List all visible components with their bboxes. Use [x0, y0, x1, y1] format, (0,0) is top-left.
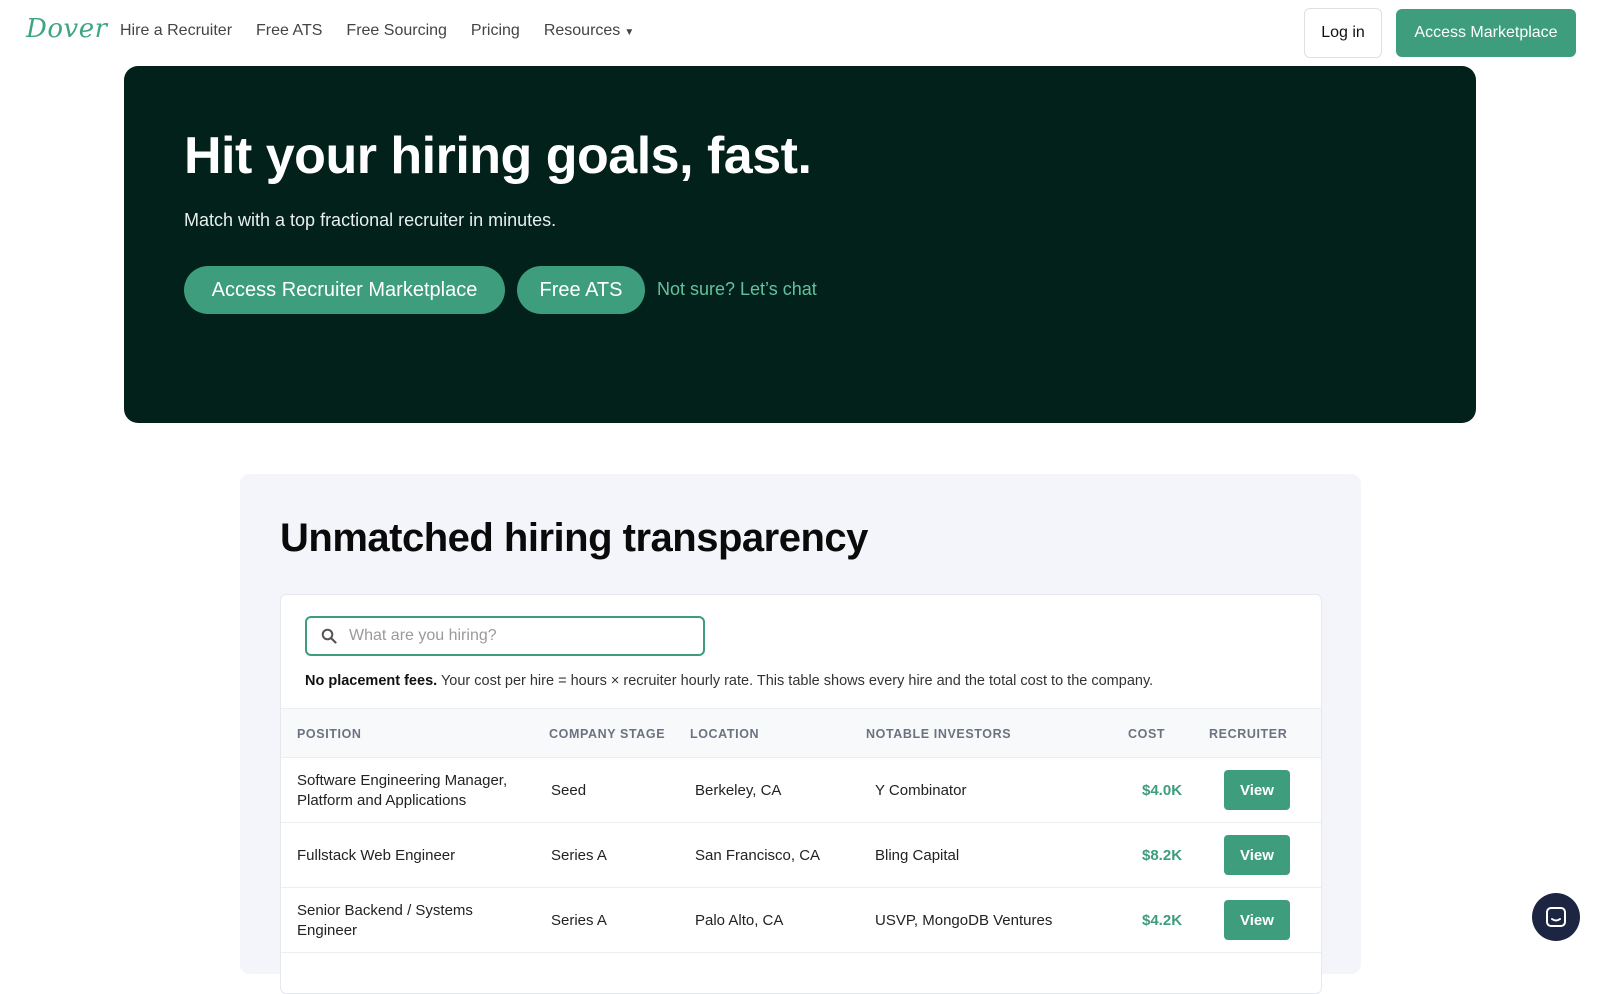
login-button[interactable]: Log in [1304, 8, 1382, 58]
access-recruiter-marketplace-button[interactable]: Access Recruiter Marketplace [184, 266, 505, 314]
section-title: Unmatched hiring transparency [280, 516, 868, 560]
table-row: Software Engineering Manager, Platform a… [281, 758, 1321, 823]
cell-location: Berkeley, CA [695, 781, 782, 799]
nav-link-resources[interactable]: Resources ▼ [544, 22, 634, 40]
nav-link-free-sourcing[interactable]: Free Sourcing [346, 22, 447, 40]
cell-position: Senior Backend / Systems Engineer [297, 901, 473, 939]
cell-company-stage: Series A [551, 911, 607, 929]
nav-link-resources-label: Resources [543, 22, 621, 39]
cell-position: Software Engineering Manager, Platform a… [297, 771, 508, 809]
chat-widget-button[interactable] [1532, 893, 1580, 941]
col-header-position: POSITION [297, 727, 362, 741]
view-recruiter-button[interactable]: View [1224, 835, 1290, 875]
cell-cost: $4.2K [1142, 911, 1183, 929]
cell-investors: Y Combinator [875, 781, 967, 799]
cell-location: San Francisco, CA [695, 846, 821, 864]
cell-investors: Bling Capital [875, 846, 960, 864]
cell-investors: USVP, MongoDB Ventures [875, 911, 1053, 929]
cell-cost: $4.0K [1142, 781, 1183, 799]
free-ats-button[interactable]: Free ATS [517, 266, 645, 314]
dover-logo[interactable]: Dover [26, 14, 108, 44]
hero-title: Hit your hiring goals, fast. [184, 127, 812, 185]
table-header: POSITION COMPANY STAGE LOCATION NOTABLE … [281, 708, 1321, 758]
view-recruiter-button[interactable]: View [1224, 770, 1290, 810]
nav-links: Hire a Recruiter Free ATS Free Sourcing … [120, 22, 634, 40]
cell-company-stage: Seed [551, 781, 587, 799]
nav-link-pricing[interactable]: Pricing [471, 22, 520, 40]
hero-subtitle: Match with a top fractional recruiter in… [184, 210, 557, 230]
table-row: Senior Backend / Systems Engineer Series… [281, 888, 1321, 953]
access-marketplace-button[interactable]: Access Marketplace [1396, 9, 1576, 57]
table-row: Fullstack Web Engineer Series A San Fran… [281, 823, 1321, 888]
transparency-section: Unmatched hiring transparency No placeme… [240, 474, 1361, 994]
pricing-note-text: Your cost per hire = hours × recruiter h… [437, 673, 1154, 689]
search-box[interactable] [305, 616, 705, 656]
col-header-recruiter: RECRUITER [1209, 727, 1288, 741]
lets-chat-link[interactable]: Not sure? Let’s chat [657, 279, 817, 300]
hires-table-card: No placement fees. Your cost per hire = … [280, 594, 1322, 994]
cell-position: Fullstack Web Engineer [297, 846, 456, 864]
nav-link-hire-recruiter[interactable]: Hire a Recruiter [120, 22, 232, 40]
cell-cost: $8.2K [1142, 846, 1183, 864]
cell-company-stage: Series A [551, 846, 607, 864]
col-header-location: LOCATION [690, 727, 760, 741]
top-navbar: Dover Hire a Recruiter Free ATS Free Sou… [0, 0, 1600, 65]
col-header-company-stage: COMPANY STAGE [549, 727, 666, 741]
col-header-cost: COST [1128, 727, 1166, 741]
hero-banner: Hit your hiring goals, fast. Match with … [124, 66, 1476, 423]
chat-icon [1546, 907, 1566, 927]
nav-link-free-ats[interactable]: Free ATS [256, 22, 322, 40]
caret-down-icon: ▼ [624, 27, 635, 38]
search-icon [321, 628, 337, 644]
col-header-notable-investors: NOTABLE INVESTORS [866, 727, 1012, 741]
pricing-note-bold: No placement fees. [305, 673, 438, 689]
cell-location: Palo Alto, CA [695, 911, 784, 929]
pricing-note: No placement fees. Your cost per hire = … [305, 673, 1153, 689]
view-recruiter-button[interactable]: View [1224, 900, 1290, 940]
search-input[interactable] [349, 627, 679, 645]
